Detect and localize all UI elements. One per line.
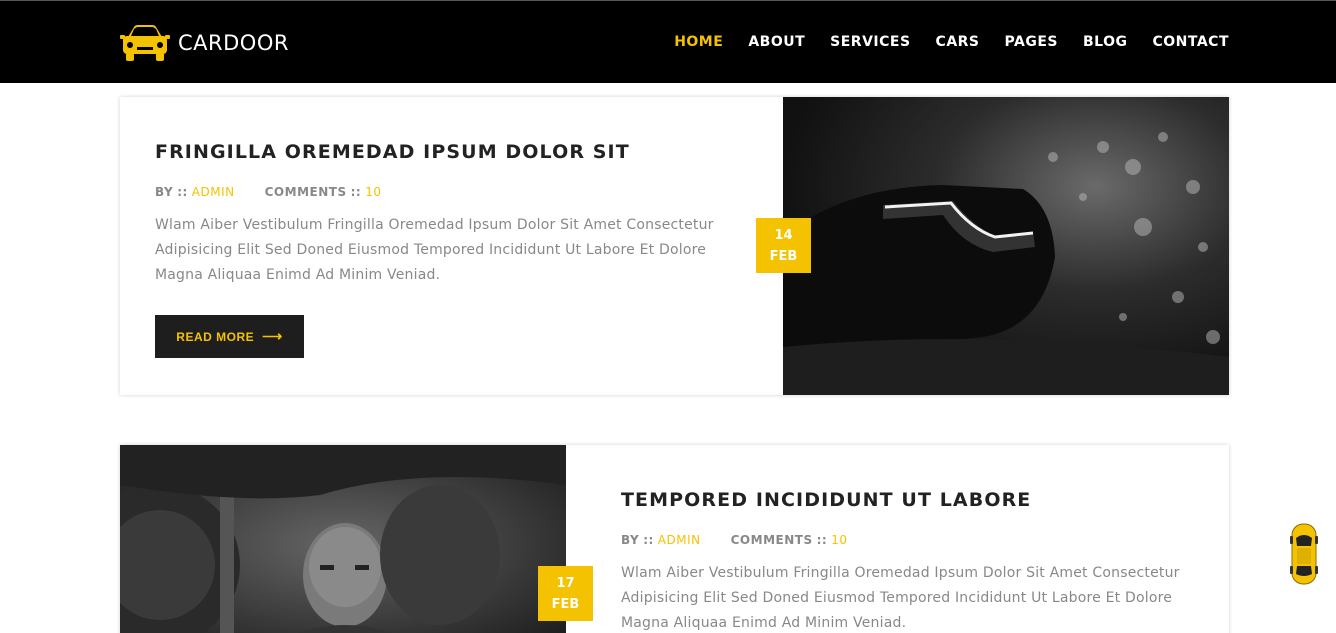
yellow-car-icon[interactable] <box>1290 522 1318 586</box>
post-title[interactable]: FRINGILLA OREMEDAD IPSUM DOLOR SIT <box>155 141 755 163</box>
post-title[interactable]: TEMPORED INCIDIDUNT UT LABORE <box>621 489 1221 511</box>
post-excerpt: Wlam Aiber Vestibulum Fringilla Oremedad… <box>155 217 714 283</box>
date-month: FEB <box>769 248 798 264</box>
meta-separator: :: <box>643 533 654 547</box>
date-day: 14 <box>774 227 793 243</box>
post-meta: BY :: ADMIN COMMENTS :: 10 <box>621 533 1221 547</box>
meta-separator: :: <box>350 185 362 199</box>
nav-about[interactable]: ABOUT <box>748 34 805 50</box>
date-badge: 14 FEB <box>756 218 811 273</box>
nav-blog[interactable]: BLOG <box>1083 34 1128 50</box>
site-header: CARDOOR HOME ABOUT SERVICES CARS PAGES B… <box>0 0 1336 83</box>
read-more-button[interactable]: READ MORE ⟶ <box>155 315 304 358</box>
comments-count[interactable]: 10 <box>831 533 847 547</box>
logo[interactable]: CARDOOR <box>120 23 289 63</box>
by-label: BY <box>155 185 174 199</box>
post-author[interactable]: ADMIN <box>192 185 235 199</box>
comments-count[interactable]: 10 <box>365 185 381 199</box>
blog-post-card: FRINGILLA OREMEDAD IPSUM DOLOR SIT BY ::… <box>120 97 1229 395</box>
nav-services[interactable]: SERVICES <box>830 34 910 50</box>
car-taillight-photo <box>783 97 1229 395</box>
read-more-label: READ MORE <box>176 329 255 344</box>
nav-cars[interactable]: CARS <box>936 34 980 50</box>
date-badge: 17 FEB <box>538 566 593 621</box>
arrow-right-icon: ⟶ <box>262 328 283 344</box>
post-author[interactable]: ADMIN <box>658 533 701 547</box>
nav-pages[interactable]: PAGES <box>1005 34 1058 50</box>
post-excerpt: Wlam Aiber Vestibulum Fringilla Oremedad… <box>621 565 1180 631</box>
blog-post-card: 17 FEB TEMPORED INCIDIDUNT UT LABORE BY … <box>120 445 1229 633</box>
comments-label: COMMENTS <box>264 185 347 199</box>
main-nav: HOME ABOUT SERVICES CARS PAGES BLOG CONT… <box>649 34 1229 50</box>
car-front-icon <box>120 25 170 61</box>
post-content: TEMPORED INCIDIDUNT UT LABORE BY :: ADMI… <box>621 489 1221 633</box>
meta-separator: :: <box>177 185 188 199</box>
comments-label: COMMENTS <box>730 533 813 547</box>
date-month: FEB <box>551 596 580 612</box>
mechanic-photo <box>120 445 566 633</box>
nav-home[interactable]: HOME <box>674 34 723 50</box>
post-content: FRINGILLA OREMEDAD IPSUM DOLOR SIT BY ::… <box>155 141 755 288</box>
post-image-car-taillight[interactable] <box>783 97 1229 395</box>
brand-name: CARDOOR <box>178 31 289 55</box>
meta-separator: :: <box>816 533 828 547</box>
post-meta: BY :: ADMIN COMMENTS :: 10 <box>155 185 755 199</box>
nav-contact[interactable]: CONTACT <box>1152 34 1229 50</box>
date-day: 17 <box>556 575 575 591</box>
by-label: BY <box>621 533 640 547</box>
post-image-mechanic[interactable] <box>120 445 566 633</box>
